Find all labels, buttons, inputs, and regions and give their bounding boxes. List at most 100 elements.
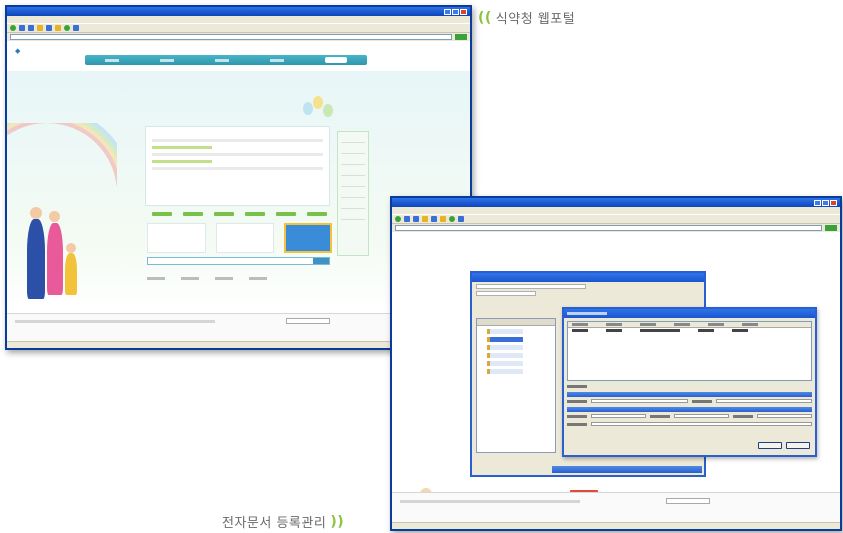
quick-link[interactable] [244,212,265,216]
footer-link[interactable] [215,277,233,280]
sidebar-item[interactable] [341,158,365,165]
nav-item-5[interactable] [324,57,347,63]
dialog-titlebar[interactable] [564,309,815,318]
tree-node[interactable] [487,361,523,366]
family-site-select[interactable] [666,498,710,504]
caption-web-portal: (( 식약청 웹포털 [478,8,576,28]
minimize-icon[interactable] [444,8,451,15]
notice-row[interactable] [152,139,323,142]
document-detail-dialog [562,307,817,457]
dialog-titlebar[interactable] [472,273,704,282]
home-icon[interactable] [422,216,428,222]
cancel-button[interactable] [786,442,810,449]
address-input[interactable] [395,225,822,231]
print-icon[interactable] [458,216,464,222]
status-bar [392,522,840,529]
window-titlebar[interactable] [7,7,470,16]
go-button[interactable] [825,225,837,231]
mail-icon[interactable] [64,25,70,31]
notice-row[interactable] [152,160,212,163]
promo-banner[interactable] [284,223,332,253]
refresh-icon[interactable] [28,25,34,31]
maximize-icon[interactable] [822,199,829,206]
info-box[interactable] [147,223,206,253]
sidebar-item[interactable] [341,213,365,220]
portal-search-button[interactable] [313,258,329,264]
tree-node[interactable] [487,353,523,358]
dialog-field[interactable] [476,291,536,296]
footer-link[interactable] [249,277,267,280]
favorites-icon[interactable] [440,216,446,222]
footer-link[interactable] [147,277,165,280]
caption-edoc-registration: 전자문서 등록관리 )) [222,512,344,532]
document-tree [476,318,556,453]
table-row[interactable] [568,328,811,334]
close-icon[interactable] [830,199,837,206]
sidebar-item[interactable] [341,147,365,154]
tree-node[interactable] [487,329,523,334]
quick-link[interactable] [306,212,327,216]
dialog-title [567,312,607,315]
notice-row[interactable] [152,146,212,149]
portal-search-input[interactable] [147,257,330,265]
quick-link[interactable] [183,212,204,216]
tree-tabs[interactable] [477,319,555,326]
browser-toolbar [7,23,470,33]
nav-item-3[interactable] [214,58,229,62]
document-list-table [567,321,812,381]
sidebar-item[interactable] [341,180,365,187]
go-button[interactable] [455,34,467,40]
info-box[interactable] [215,223,274,253]
detail-field-row [567,422,812,428]
quick-link[interactable] [275,212,296,216]
address-input[interactable] [10,34,452,40]
caption-web-portal-text: 식약청 웹포털 [495,12,576,27]
back-icon[interactable] [395,216,401,222]
forward-icon[interactable] [404,216,410,222]
forward-icon[interactable] [19,25,25,31]
search-icon[interactable] [431,216,437,222]
detail-label-row [567,384,812,390]
footer-text [15,320,215,323]
quick-link[interactable] [214,212,235,216]
section-band [567,392,812,397]
window-titlebar[interactable] [392,198,840,207]
footer-link[interactable] [181,277,199,280]
search-icon[interactable] [46,25,52,31]
favorites-icon[interactable] [55,25,61,31]
tree-node-selected[interactable] [487,337,523,342]
tree-node[interactable] [487,369,523,374]
home-icon[interactable] [37,25,43,31]
quick-menu-row [147,191,332,216]
address-bar [392,224,840,232]
maximize-icon[interactable] [452,8,459,15]
nav-item-2[interactable] [160,58,175,62]
print-icon[interactable] [73,25,79,31]
back-icon[interactable] [10,25,16,31]
family-illustration [21,201,93,306]
close-icon[interactable] [460,8,467,15]
sidebar-item[interactable] [341,191,365,198]
refresh-icon[interactable] [413,216,419,222]
quick-link[interactable] [152,212,173,216]
dialog-button-bar[interactable] [552,466,702,473]
edoc-page [392,232,840,522]
sidebar-item[interactable] [341,169,365,176]
dialog-field[interactable] [476,284,586,289]
nav-item-1[interactable] [105,58,120,62]
notice-tabs[interactable] [146,127,329,135]
confirm-button[interactable] [758,442,782,449]
sidebar-item[interactable] [341,202,365,209]
family-site-select[interactable] [286,318,330,324]
portal-logo[interactable]: ◆ [15,47,20,55]
sidebar-item[interactable] [341,136,365,143]
dialog-buttons [758,442,810,449]
detail-field-row [567,414,812,420]
tree-node[interactable] [487,345,523,350]
notice-row[interactable] [152,153,323,156]
nav-item-4[interactable] [269,58,284,62]
mail-icon[interactable] [449,216,455,222]
browser-toolbar [392,214,840,224]
notice-row[interactable] [152,167,323,170]
minimize-icon[interactable] [814,199,821,206]
